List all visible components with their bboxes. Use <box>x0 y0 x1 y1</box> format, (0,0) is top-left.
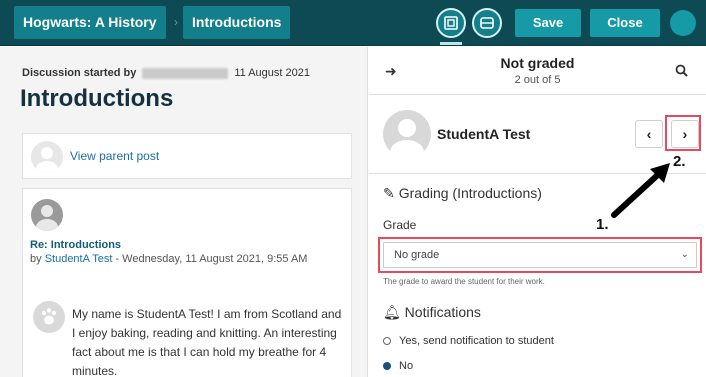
grade-label: Grade <box>383 218 417 232</box>
started-date: 11 August 2021 <box>234 67 310 79</box>
grade-help-text: The grade to award the student for their… <box>383 277 545 286</box>
post-by-label: by <box>30 253 42 265</box>
radio-icon[interactable] <box>383 337 391 346</box>
student-name: StudentA Test <box>437 126 531 142</box>
grader-header: ➜ Not graded 2 out of 5 <box>369 47 706 95</box>
view-grader-icon[interactable] <box>472 8 502 38</box>
previous-student-button[interactable]: ‹ <box>635 120 663 148</box>
post-subject: Re: Introductions <box>30 239 122 251</box>
breadcrumb-forum[interactable]: Introductions <box>183 6 291 39</box>
post-author-link[interactable]: StudentA Test <box>45 253 113 265</box>
pencil-icon: ✎ <box>383 185 395 201</box>
parent-post-card: View parent post <box>22 133 352 179</box>
radio-checked-icon[interactable] <box>383 362 391 371</box>
bell-icon: 🔔︎ <box>383 304 405 320</box>
active-view-indicator <box>440 42 462 45</box>
reply-post-card: Re: Introductions by StudentA Test - Wed… <box>22 188 352 377</box>
notify-no-option[interactable]: No <box>383 360 413 372</box>
breadcrumb-course[interactable]: Hogwarts: A History <box>14 6 166 39</box>
paw-avatar-icon <box>33 301 65 333</box>
breadcrumb-separator: › <box>174 15 178 29</box>
view-content-icon[interactable] <box>436 8 466 38</box>
post-body: My name is StudentA Test! I am from Scot… <box>72 307 342 377</box>
started-by-label: Discussion started by <box>22 67 137 79</box>
post-meta: by StudentA Test - Wednesday, 11 August … <box>30 253 307 265</box>
discussion-started-line: Discussion started by 11 August 2021 <box>22 67 310 79</box>
student-avatar-icon <box>383 110 431 158</box>
close-button[interactable]: Close <box>590 9 660 37</box>
save-button[interactable]: Save <box>515 9 581 37</box>
next-button-highlight <box>665 115 701 151</box>
page-title: Introductions <box>20 85 174 112</box>
grading-heading: ✎ Grading (Introductions) <box>383 185 542 201</box>
annotation-arrow-icon <box>611 163 670 218</box>
grading-count: 2 out of 5 <box>514 74 561 86</box>
avatar-icon <box>31 199 63 231</box>
notify-yes-option[interactable]: Yes, send notification to student <box>383 335 554 347</box>
grade-select-highlight <box>378 237 702 273</box>
discussion-pane: Discussion started by 11 August 2021 Intr… <box>0 47 368 377</box>
search-icon[interactable] <box>675 64 688 77</box>
top-bar: Hogwarts: A History › Introductions Save… <box>0 0 706 46</box>
grading-status: Not graded <box>500 55 575 71</box>
post-date: - Wednesday, 11 August 2021, 9:55 AM <box>112 253 308 265</box>
author-blurred <box>142 67 229 79</box>
view-parent-post-link[interactable]: View parent post <box>70 149 159 163</box>
avatar-placeholder-icon <box>31 141 63 173</box>
notifications-heading: 🔔︎ Notifications <box>383 304 481 320</box>
user-menu-icon[interactable] <box>670 10 696 36</box>
